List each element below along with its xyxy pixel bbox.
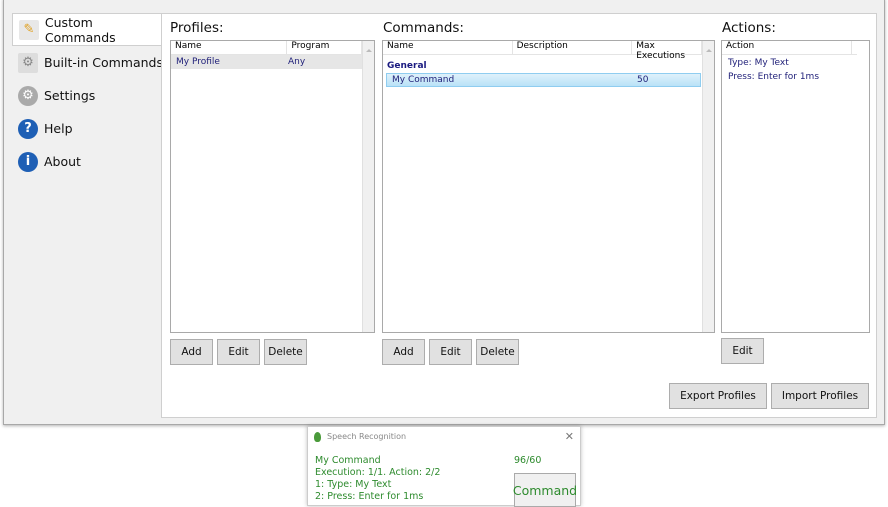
group-header[interactable]: General	[383, 59, 714, 73]
profiles-heading: Profiles:	[170, 20, 224, 36]
sidebar-item-about[interactable]: i About	[12, 145, 167, 178]
scrollbar[interactable]	[702, 41, 714, 332]
command-name: My Command	[315, 455, 381, 466]
action-line: 2: Press: Enter for 1ms	[315, 491, 424, 502]
execution-status: Execution: 1/1. Action: 2/2	[315, 467, 441, 478]
table-row[interactable]: My Profile Any	[171, 55, 362, 69]
edit-action-button[interactable]: Edit	[721, 338, 764, 364]
popup-title: Speech Recognition	[327, 432, 407, 441]
commands-list[interactable]: Name Description Max Executions General My…	[382, 40, 715, 333]
sidebar-item-custom-commands[interactable]: ✎ Custom Commands	[12, 13, 167, 46]
action-line: 1: Type: My Text	[315, 479, 392, 490]
import-profiles-button[interactable]: Import Profiles	[771, 383, 869, 409]
sidebar-item-help[interactable]: ? Help	[12, 112, 167, 145]
list-item[interactable]: Press: Enter for 1ms	[722, 70, 869, 84]
scrollbar[interactable]	[362, 41, 374, 332]
sidebar-item-built-in-commands[interactable]: ⚙ Built-in Commands	[12, 46, 167, 79]
column-header[interactable]: Description	[513, 41, 633, 54]
gear-icon: ⚙	[18, 85, 38, 106]
pencil-document-icon: ✎	[19, 19, 39, 40]
edit-profile-button[interactable]: Edit	[217, 339, 260, 365]
column-header[interactable]: Name	[171, 41, 288, 54]
delete-command-button[interactable]: Delete	[476, 339, 519, 365]
microphone-icon	[314, 432, 321, 442]
actions-list[interactable]: Action Type: My Text Press: Enter for 1m…	[721, 40, 870, 333]
column-header[interactable]: Name	[383, 41, 513, 54]
table-row[interactable]: My Command 50	[386, 73, 701, 87]
column-header[interactable]: Max Executions	[632, 41, 702, 61]
add-command-button[interactable]: Add	[382, 339, 425, 365]
list-item[interactable]: Type: My Text	[722, 56, 869, 70]
delete-profile-button[interactable]: Delete	[264, 339, 307, 365]
counter: 96/60	[514, 455, 542, 466]
actions-heading: Actions:	[722, 20, 776, 36]
profiles-list[interactable]: Name Program My Profile Any	[170, 40, 375, 333]
sidebar-item-settings[interactable]: ⚙ Settings	[12, 79, 167, 112]
info-icon: i	[18, 151, 38, 172]
speech-recognition-popup: Speech Recognition ✕ My Command Executio…	[307, 426, 581, 507]
commands-heading: Commands:	[383, 20, 464, 36]
command-button[interactable]: Command	[513, 473, 577, 507]
sidebar: ✎ Custom Commands ⚙ Built-in Commands ⚙ Set…	[12, 13, 167, 178]
close-icon[interactable]: ✕	[565, 430, 574, 443]
document-gear-icon: ⚙	[18, 52, 38, 73]
add-profile-button[interactable]: Add	[170, 339, 213, 365]
column-header[interactable]: Action	[722, 41, 852, 54]
column-header[interactable]: Program	[287, 41, 362, 54]
export-profiles-button[interactable]: Export Profiles	[669, 383, 767, 409]
edit-command-button[interactable]: Edit	[429, 339, 472, 365]
help-icon: ?	[18, 118, 38, 139]
